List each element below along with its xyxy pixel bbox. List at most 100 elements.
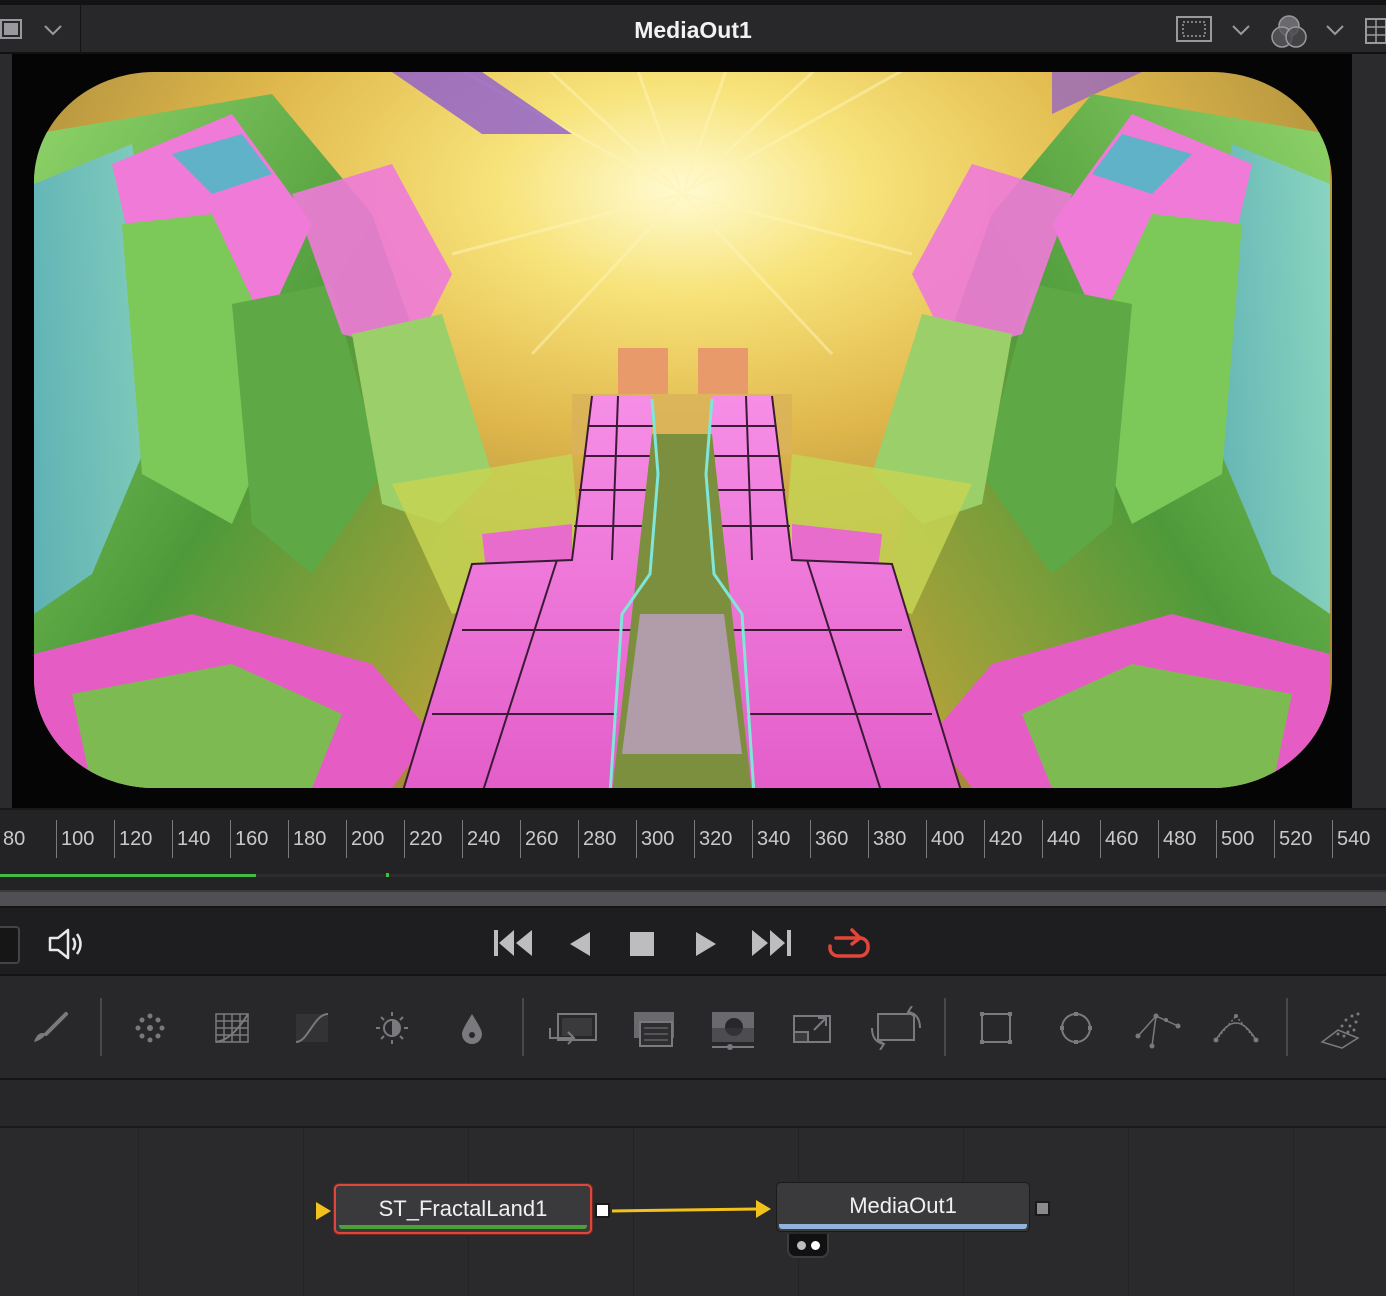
color-curves-tool-icon[interactable] xyxy=(290,1006,334,1050)
ruler-tick-label: 520 xyxy=(1279,828,1313,850)
ruler-tick xyxy=(346,820,347,858)
ruler-tick-label: 120 xyxy=(119,828,153,850)
ruler-tick xyxy=(1158,820,1159,858)
frame-field[interactable] xyxy=(0,926,20,964)
ruler-tick-label: 200 xyxy=(351,828,385,850)
ruler-tick-label: 400 xyxy=(931,828,965,850)
node-mediaout[interactable]: MediaOut1 xyxy=(776,1182,1030,1232)
paint-tool-icon[interactable] xyxy=(28,1006,72,1050)
grid-warp-tool-icon[interactable] xyxy=(210,1006,254,1050)
go-to-start-icon[interactable] xyxy=(492,928,536,963)
viewer-canvas[interactable] xyxy=(12,54,1352,808)
node-editor-header xyxy=(0,1080,1386,1128)
chevron-down-icon[interactable] xyxy=(1324,19,1346,41)
ruler-tick-label: 140 xyxy=(177,828,211,850)
particle-render-tool-icon[interactable] xyxy=(1318,1006,1362,1050)
ruler-tick xyxy=(288,820,289,858)
ruler-tick xyxy=(926,820,927,858)
mediaout-input-port[interactable] xyxy=(756,1200,771,1218)
ruler-tick-label: 160 xyxy=(235,828,269,850)
color-channels-icon[interactable] xyxy=(1270,13,1308,51)
ruler-tick xyxy=(868,820,869,858)
fractal-output-port[interactable] xyxy=(595,1203,610,1218)
toolbar-separator xyxy=(944,998,946,1056)
viewer-b-dot xyxy=(811,1241,820,1250)
ruler-tick xyxy=(1274,820,1275,858)
transport-controls xyxy=(0,906,1386,976)
grid-icon[interactable] xyxy=(1364,17,1386,45)
ruler-tick-label: 80 xyxy=(3,828,26,850)
ruler-tick-label: 420 xyxy=(989,828,1023,850)
ruler-tick xyxy=(636,820,637,858)
ruler-tick xyxy=(462,820,463,858)
tools-toolbar xyxy=(0,976,1386,1080)
brightness-contrast-tool-icon[interactable] xyxy=(370,1006,414,1050)
viewer-panel xyxy=(0,54,1386,808)
ruler-tick xyxy=(1042,820,1043,858)
chevron-down-icon[interactable] xyxy=(1230,19,1252,41)
loop-icon[interactable] xyxy=(826,926,872,967)
resize-tool-icon[interactable] xyxy=(790,1006,834,1050)
ruler-tick xyxy=(984,820,985,858)
ruler-tick-label: 480 xyxy=(1163,828,1197,850)
fractal-input-port[interactable] xyxy=(316,1202,331,1220)
ruler-tick-label: 360 xyxy=(815,828,849,850)
timeline-scrollbar[interactable] xyxy=(0,890,1386,906)
ruler-tick xyxy=(172,820,173,858)
node-status-bar xyxy=(779,1224,1027,1229)
node-editor[interactable]: ST_FractalLand1 MediaOut1 xyxy=(0,1128,1386,1296)
toolbar-separator xyxy=(522,998,524,1056)
background-tool-icon[interactable] xyxy=(630,1006,674,1050)
ruler-tick-label: 340 xyxy=(757,828,791,850)
merge-tool-icon[interactable] xyxy=(548,1006,597,1050)
ruler-tick xyxy=(1216,820,1217,858)
node-label: ST_FractalLand1 xyxy=(378,1196,548,1221)
ruler-tick xyxy=(1100,820,1101,858)
blur-tool-icon[interactable] xyxy=(450,1006,494,1050)
ruler-tick-label: 300 xyxy=(641,828,675,850)
toolbar-separator xyxy=(1286,998,1288,1056)
ruler-tick xyxy=(752,820,753,858)
toolbar-separator xyxy=(100,998,102,1056)
node-st-fractalland[interactable]: ST_FractalLand1 xyxy=(334,1184,592,1234)
ruler-tick xyxy=(520,820,521,858)
rectangle-mask-tool-icon[interactable] xyxy=(974,1006,1018,1050)
ruler-tick xyxy=(404,820,405,858)
viewer-header: MediaOut1 xyxy=(0,0,1386,54)
fractal-render-image xyxy=(34,72,1332,788)
mediaout-output-port[interactable] xyxy=(1035,1201,1050,1216)
text-matte-tool-icon[interactable] xyxy=(708,1006,754,1050)
polygon-mask-tool-icon[interactable] xyxy=(1134,1006,1181,1050)
render-progress-bar xyxy=(0,874,256,877)
play-reverse-icon[interactable] xyxy=(566,930,594,963)
transform-tool-icon[interactable] xyxy=(868,1005,921,1051)
roi-icon[interactable] xyxy=(1176,15,1212,43)
bspline-mask-tool-icon[interactable] xyxy=(1212,1006,1259,1050)
node-label: MediaOut1 xyxy=(849,1193,957,1218)
ruler-tick-label: 320 xyxy=(699,828,733,850)
ruler-tick xyxy=(578,820,579,858)
ellipse-mask-tool-icon[interactable] xyxy=(1054,1006,1098,1050)
ruler-tick-label: 220 xyxy=(409,828,443,850)
play-forward-icon[interactable] xyxy=(692,930,720,963)
audio-icon[interactable] xyxy=(46,926,86,967)
ruler-tick-label: 180 xyxy=(293,828,327,850)
ruler-tick-label: 240 xyxy=(467,828,501,850)
particle-emitter-tool-icon[interactable] xyxy=(128,1006,172,1050)
viewer-a-dot xyxy=(797,1241,806,1250)
ruler-tick-label: 260 xyxy=(525,828,559,850)
ruler-tick xyxy=(56,820,57,858)
ruler-tick xyxy=(1332,820,1333,858)
timeline-ruler[interactable]: 80 100 120 140 160 180 200 220 240 260 280 300 320 34… xyxy=(0,808,1386,892)
ruler-tick-label: 460 xyxy=(1105,828,1139,850)
node-view-indicator[interactable] xyxy=(787,1234,829,1258)
ruler-tick-label: 500 xyxy=(1221,828,1255,850)
node-status-bar xyxy=(339,1225,587,1229)
ruler-tick-label: 380 xyxy=(873,828,907,850)
ruler-tick-label: 100 xyxy=(61,828,95,850)
ruler-tick-label: 440 xyxy=(1047,828,1081,850)
ruler-tick xyxy=(810,820,811,858)
ruler-tick-label: 280 xyxy=(583,828,617,850)
go-to-end-icon[interactable] xyxy=(750,928,794,963)
stop-icon[interactable] xyxy=(628,930,656,963)
